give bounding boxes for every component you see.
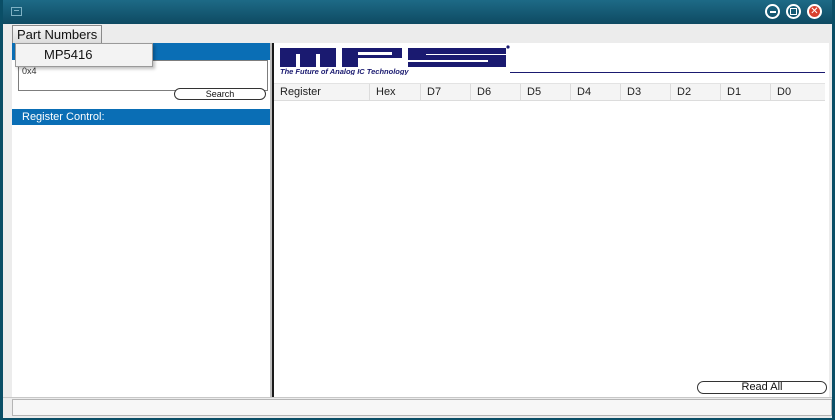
- status-field: [12, 399, 832, 416]
- column-header[interactable]: Hex: [370, 84, 421, 100]
- minimize-icon[interactable]: [765, 4, 780, 19]
- mps-logo: The Future of Analog IC Technology: [280, 45, 510, 75]
- dropdown-item-mp5416[interactable]: MP5416: [44, 47, 92, 62]
- left-panel: 0x4 Search Register Control:: [12, 43, 273, 397]
- read-all-button[interactable]: Read All: [697, 381, 827, 394]
- logo-underline: [510, 72, 825, 73]
- close-icon[interactable]: ✕: [807, 4, 822, 19]
- maximize-icon[interactable]: [786, 4, 801, 19]
- column-header[interactable]: Register: [274, 84, 370, 100]
- column-header[interactable]: D3: [621, 84, 671, 100]
- column-header[interactable]: D0: [771, 84, 825, 100]
- app-icon: [11, 7, 22, 16]
- menu-part-numbers[interactable]: Part Numbers: [12, 25, 103, 44]
- menu-bar: Part Numbers: [3, 24, 832, 44]
- column-header[interactable]: D4: [571, 84, 621, 100]
- app-window: ✕ Part Numbers 0x4 Search Register Contr…: [0, 0, 835, 420]
- status-bar: [3, 397, 832, 418]
- right-panel: The Future of Analog IC Technology Regis…: [274, 43, 829, 397]
- register-control-panel: [12, 125, 270, 397]
- column-header[interactable]: D5: [521, 84, 571, 100]
- register-control-header: Register Control:: [12, 109, 270, 125]
- register-table-header: Register Hex D7 D6 D5 D4 D3 D2 D1 D0: [274, 83, 825, 101]
- search-button[interactable]: Search: [174, 88, 266, 100]
- title-bar[interactable]: ✕: [3, 0, 832, 24]
- column-header[interactable]: D2: [671, 84, 721, 100]
- svg-text:The Future of Analog IC Techno: The Future of Analog IC Technology: [280, 67, 409, 75]
- part-numbers-dropdown: MP5416: [15, 43, 153, 67]
- column-header[interactable]: D7: [421, 84, 471, 100]
- column-header[interactable]: D6: [471, 84, 521, 100]
- column-header[interactable]: D1: [721, 84, 771, 100]
